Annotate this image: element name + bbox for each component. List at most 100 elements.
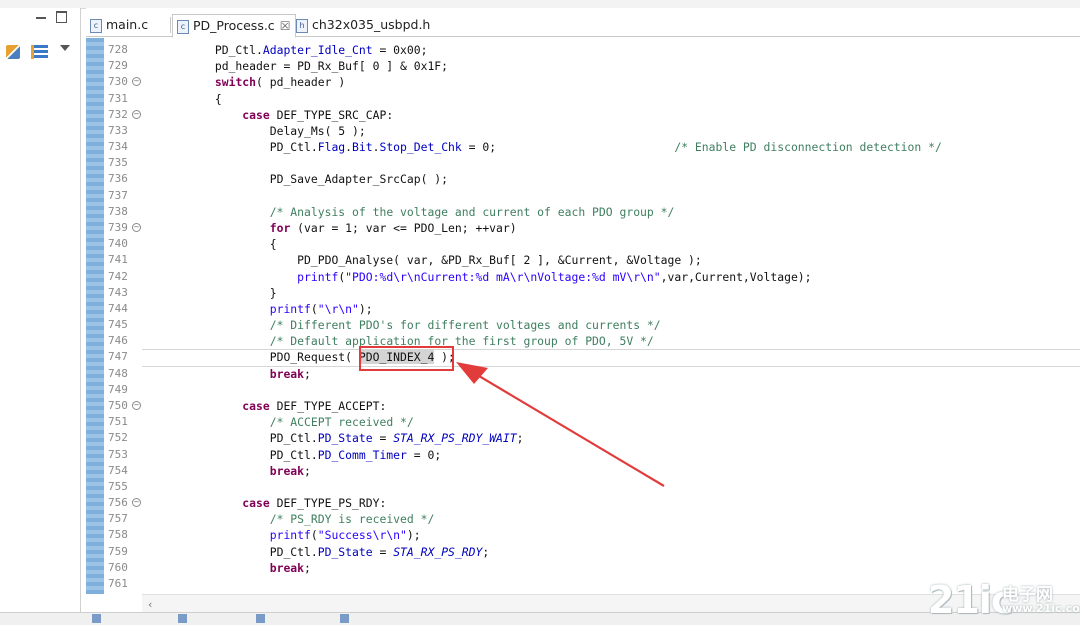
code-text[interactable]: printf("\r\n"); [160,301,373,317]
line-number: 748 [108,366,128,380]
editor-tabs: c main.c c PD_Process.c ☒ h ch32x035_usbpd.h [86,14,1080,38]
line-number: 741 [108,253,128,267]
code-line[interactable]: 739− for (var = 1; var <= PDO_Len; ++var… [86,220,1080,236]
code-area[interactable]: 728 PD_Ctl.Adapter_Idle_Cnt = 0x00; 729 p… [86,38,1080,594]
code-text[interactable]: { [160,91,222,107]
fold-toggle-icon[interactable]: − [132,222,141,232]
code-line[interactable]: 729 pd_header = PD_Rx_Buf[ 0 ] & 0x1F; [86,58,1080,74]
code-line[interactable]: 741 PD_PDO_Analyse( var, &PD_Rx_Buf[ 2 ]… [86,252,1080,268]
code-text[interactable]: } [160,285,277,301]
current-code-line[interactable]: 747 PDO_Request( PDO_INDEX_4 ); [86,349,1080,368]
code-line[interactable]: 757 /* PS_RDY is received */ [86,511,1080,527]
code-text[interactable]: /* PS_RDY is received */ [160,511,435,527]
code-line[interactable]: 730− switch( pd_header ) [86,74,1080,90]
line-number: 735 [108,156,128,170]
bottom-tab-4[interactable] [340,614,352,624]
code-text[interactable]: { [160,236,277,252]
close-tab-icon[interactable]: ☒ [280,19,291,33]
code-line[interactable]: 746 /* Default application for the first… [86,333,1080,349]
line-number: 753 [108,447,128,461]
minimize-icon[interactable] [36,12,46,22]
tree-view-icon[interactable] [31,44,49,59]
line-number: 733 [108,123,128,137]
code-text[interactable]: PDO_Request( PDO_INDEX_4 ); [160,349,455,365]
code-line[interactable]: 742 printf("PDO:%d\r\nCurrent:%d mA\r\nV… [86,269,1080,285]
code-line[interactable]: 759 PD_Ctl.PD_State = STA_RX_PS_RDY; [86,544,1080,560]
code-line[interactable]: 760 break; [86,560,1080,576]
code-line[interactable]: 751 /* ACCEPT received */ [86,414,1080,430]
tab-pd-process-c[interactable]: c PD_Process.c ☒ [172,14,296,38]
code-text[interactable]: break; [160,463,311,479]
code-line[interactable]: 733 Delay_Ms( 5 ); [86,123,1080,139]
code-text[interactable]: printf("Success\r\n"); [160,527,421,543]
code-text[interactable]: pd_header = PD_Rx_Buf[ 0 ] & 0x1F; [160,58,448,74]
code-line[interactable]: 752 PD_Ctl.PD_State = STA_RX_PS_RDY_WAIT… [86,430,1080,446]
code-line[interactable]: 749 [86,382,1080,398]
bottom-views-bar [0,612,1080,625]
code-line[interactable]: 736 PD_Save_Adapter_SrcCap( ); [86,171,1080,187]
code-text[interactable]: PD_Ctl.Flag.Bit.Stop_Det_Chk = 0; /* Ena… [160,139,942,155]
code-line[interactable]: 728 PD_Ctl.Adapter_Idle_Cnt = 0x00; [86,42,1080,58]
code-text[interactable]: /* Different PDO's for different voltage… [160,317,661,333]
line-number: 729 [108,59,128,73]
code-text[interactable]: PD_Ctl.Adapter_Idle_Cnt = 0x00; [160,42,428,58]
code-line[interactable]: 735 [86,155,1080,171]
code-text[interactable]: switch( pd_header ) [160,74,345,90]
left-panel-header [0,8,80,30]
view-menu-chevron-icon[interactable] [60,45,70,51]
code-text[interactable]: case DEF_TYPE_SRC_CAP: [160,107,393,123]
code-line[interactable]: 745 /* Different PDO's for different vol… [86,317,1080,333]
code-text[interactable]: /* Default application for the first gro… [160,333,654,349]
code-line[interactable]: 748 break; [86,366,1080,382]
code-text[interactable]: break; [160,560,311,576]
code-text[interactable]: PD_Ctl.PD_Comm_Timer = 0; [160,447,441,463]
line-number: 742 [108,269,128,283]
code-line[interactable]: 758 printf("Success\r\n"); [86,527,1080,543]
code-text[interactable]: PD_Ctl.PD_State = STA_RX_PS_RDY_WAIT; [160,430,524,446]
code-editor: c main.c c PD_Process.c ☒ h ch32x035_usbpd.h… [86,8,1080,613]
code-line[interactable]: 750− case DEF_TYPE_ACCEPT: [86,398,1080,414]
code-text[interactable]: PD_PDO_Analyse( var, &PD_Rx_Buf[ 2 ], &C… [160,252,702,268]
fold-toggle-icon[interactable]: − [132,109,141,119]
code-line[interactable]: 732− case DEF_TYPE_SRC_CAP: [86,107,1080,123]
code-line[interactable]: 738 /* Analysis of the voltage and curre… [86,204,1080,220]
code-line[interactable]: 755 [86,479,1080,495]
line-number: 740 [108,237,128,251]
code-text[interactable]: case DEF_TYPE_PS_RDY: [160,495,386,511]
bottom-tab-1[interactable] [92,614,104,624]
code-line[interactable]: 734 PD_Ctl.Flag.Bit.Stop_Det_Chk = 0; /*… [86,139,1080,155]
code-text[interactable]: /* ACCEPT received */ [160,414,414,430]
code-text[interactable]: break; [160,366,311,382]
line-number: 747 [108,350,128,364]
code-line[interactable]: 737 [86,188,1080,204]
code-text[interactable]: /* Analysis of the voltage and current o… [160,204,675,220]
link-with-editor-icon[interactable] [6,44,20,59]
code-text[interactable]: PD_Save_Adapter_SrcCap( ); [160,171,448,187]
code-text[interactable]: case DEF_TYPE_ACCEPT: [160,398,386,414]
watermark-url: www.21ic.com [1002,602,1080,615]
line-number: 744 [108,301,128,315]
code-line[interactable]: 754 break; [86,463,1080,479]
scroll-left-icon[interactable]: ‹ [148,598,152,611]
code-text[interactable]: PD_Ctl.PD_State = STA_RX_PS_RDY; [160,544,489,560]
bottom-tab-2[interactable] [178,614,190,624]
line-number: 736 [108,172,128,186]
fold-toggle-icon[interactable]: − [132,498,141,508]
maximize-icon[interactable] [56,11,67,23]
tab-ch32x035-usbpd-h[interactable]: h ch32x035_usbpd.h [296,14,436,36]
code-line[interactable]: 744 printf("\r\n"); [86,301,1080,317]
code-text[interactable]: Delay_Ms( 5 ); [160,123,366,139]
code-line[interactable]: 756− case DEF_TYPE_PS_RDY: [86,495,1080,511]
bottom-tab-3[interactable] [256,614,268,624]
fold-toggle-icon[interactable]: − [132,77,141,87]
code-text[interactable]: printf("PDO:%d\r\nCurrent:%d mA\r\nVolta… [160,269,811,285]
code-text[interactable]: for (var = 1; var <= PDO_Len; ++var) [160,220,517,236]
fold-toggle-icon[interactable]: − [132,400,141,410]
tab-main-c[interactable]: c main.c [90,14,168,36]
code-line[interactable]: 753 PD_Ctl.PD_Comm_Timer = 0; [86,447,1080,463]
code-line[interactable]: 731 { [86,91,1080,107]
code-line[interactable]: 740 { [86,236,1080,252]
code-line[interactable]: 743 } [86,285,1080,301]
line-number: 752 [108,431,128,445]
c-file-icon: c [90,18,102,33]
